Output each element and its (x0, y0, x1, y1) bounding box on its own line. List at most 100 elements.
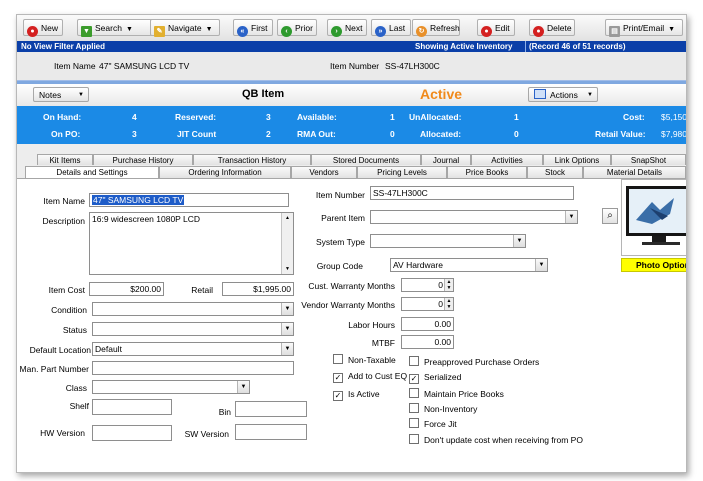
filter-status: No View Filter Applied (21, 42, 106, 51)
man-part-field[interactable] (92, 361, 294, 375)
retail-value: $7,980 (661, 129, 687, 139)
unallocated-value: 1 (514, 112, 519, 122)
last-button[interactable]: » Last (371, 19, 411, 37)
first-button[interactable]: «First (233, 19, 273, 37)
tab-vendors[interactable]: Vendors (291, 166, 357, 178)
cust-warranty-field[interactable]: 0 ▲ ▼ (401, 278, 454, 292)
photo-options-button[interactable]: Photo Options (621, 258, 686, 272)
search-button[interactable]: ▼ Search ▼ (77, 19, 155, 37)
checkmark-icon: ✓ (333, 391, 343, 401)
rma-out-label: RMA Out: (297, 129, 336, 139)
next-button[interactable]: › Next (327, 19, 367, 37)
is-active-checkbox[interactable]: ✓ Is Active (333, 389, 380, 401)
print-email-button[interactable]: ▤ Print/Email ▼ (605, 19, 683, 37)
maintain-price-books-checkbox[interactable]: Maintain Price Books (409, 388, 504, 399)
preapproved-po-checkbox[interactable]: Preapproved Purchase Orders (409, 356, 539, 367)
tab-purchase-history[interactable]: Purchase History (93, 154, 193, 165)
prior-button[interactable]: ‹ Prior (277, 19, 317, 37)
details-panel: Item Name 47" SAMSUNG LCD TV Description… (17, 178, 686, 472)
tab-stored-documents[interactable]: Stored Documents (311, 154, 421, 165)
allocated-label: Allocated: (420, 129, 462, 139)
default-location-label: Default Location (29, 345, 91, 355)
add-to-cust-eq-checkbox[interactable]: ✓ Add to Cust EQ (333, 371, 407, 383)
actions-button[interactable]: Actions ▼ (528, 87, 598, 102)
item-name-field[interactable]: 47" SAMSUNG LCD TV (89, 193, 289, 207)
non-inventory-checkbox[interactable]: Non-Inventory (409, 403, 477, 414)
tab-snapshot[interactable]: SnapShot (611, 154, 686, 165)
magnifier-icon[interactable]: ⌕ (602, 208, 618, 224)
on-hand-label: On Hand: (43, 112, 82, 122)
hw-version-field[interactable] (92, 425, 172, 441)
tab-activities[interactable]: Activities (471, 154, 543, 165)
parent-item-select[interactable]: ▼ (370, 210, 578, 224)
active-state-label: Active (420, 86, 463, 102)
tab-link-options[interactable]: Link Options (543, 154, 611, 165)
refresh-button[interactable]: ↻ Refresh (412, 19, 460, 37)
vendor-warranty-field[interactable]: 0 ▲ ▼ (401, 297, 454, 311)
checkbox-box (409, 418, 419, 428)
tab-kit-items[interactable]: Kit Items (37, 154, 93, 165)
dont-update-cost-checkbox[interactable]: Don't update cost when receiving from PO (409, 434, 583, 445)
inventory-window: ● New ▼ Search ▼ ✎ Navigate ▼ «First ‹ Prior ›… (16, 14, 687, 473)
delete-button[interactable]: ● Delete (529, 19, 575, 37)
item-photo[interactable] (621, 179, 686, 256)
tab-transaction-history[interactable]: Transaction History (193, 154, 311, 165)
jit-count-value: 2 (266, 129, 271, 139)
cust-warranty-value: 0 (438, 280, 443, 290)
default-location-select[interactable]: Default ▼ (92, 342, 294, 356)
tab-strip: Kit Items Purchase History Transaction H… (17, 144, 686, 178)
next-icon: › (331, 26, 342, 37)
tab-material-details[interactable]: Material Details (583, 166, 686, 178)
sw-version-label: SW Version (184, 429, 229, 439)
tab-ordering-information[interactable]: Ordering Information (159, 166, 291, 178)
on-po-value: 3 (132, 129, 137, 139)
available-label: Available: (297, 112, 337, 122)
edit-button[interactable]: ● Edit (477, 19, 515, 37)
labor-hours-field[interactable]: 0.00 (401, 317, 454, 331)
description-field[interactable]: 16:9 widescreen 1080P LCD ▲ ▼ (89, 212, 294, 275)
default-location-value: Default (95, 344, 122, 354)
cust-warranty-label: Cust. Warranty Months (308, 281, 395, 291)
retail-field[interactable]: $1,995.00 (222, 282, 294, 296)
shelf-field[interactable] (92, 399, 172, 415)
spinner-icon[interactable]: ▲ ▼ (444, 298, 453, 310)
condition-select[interactable]: ▼ (92, 302, 294, 316)
retail-value-label: Retail Value: (595, 129, 646, 139)
non-taxable-checkbox[interactable]: Non-Taxable (333, 354, 396, 365)
mtbf-field[interactable]: 0.00 (401, 335, 454, 349)
navigate-button[interactable]: ✎ Navigate ▼ (150, 19, 220, 37)
checkbox-box (409, 403, 419, 413)
labor-hours-label: Labor Hours (348, 320, 395, 330)
tab-pricing-levels[interactable]: Pricing Levels (357, 166, 447, 178)
item-name-value: 47" SAMSUNG LCD TV (92, 195, 185, 205)
navigate-icon: ✎ (154, 26, 165, 37)
parent-item-label: Parent Item (321, 213, 365, 223)
new-button[interactable]: ● New (23, 19, 63, 37)
tab-journal[interactable]: Journal (421, 154, 471, 165)
item-number-label: Item Number (315, 190, 365, 200)
on-po-label: On PO: (51, 129, 81, 139)
group-code-select[interactable]: AV Hardware ▼ (390, 258, 548, 272)
cost-value: $5,150 (661, 112, 687, 122)
item-number-field[interactable]: SS-47LH300C (370, 186, 574, 200)
printer-icon: ▤ (609, 26, 620, 37)
chevron-down-icon: ▼ (237, 381, 249, 393)
sw-version-field[interactable] (235, 424, 307, 440)
item-cost-field[interactable]: $200.00 (89, 282, 164, 296)
status-select[interactable]: ▼ (92, 322, 294, 336)
serialized-checkbox[interactable]: ✓ Serialized (409, 372, 461, 384)
spinner-icon[interactable]: ▲ ▼ (444, 279, 453, 291)
tab-details-and-settings[interactable]: Details and Settings (25, 166, 159, 178)
notes-button[interactable]: Notes ▼ (33, 87, 89, 102)
unallocated-label: UnAllocated: (409, 112, 462, 122)
record-status: (Record 46 of 51 records) (529, 42, 626, 51)
reserved-label: Reserved: (175, 112, 217, 122)
bin-field[interactable] (235, 401, 307, 417)
rma-out-value: 0 (390, 129, 395, 139)
force-jit-checkbox[interactable]: Force Jit (409, 418, 457, 429)
class-select[interactable]: ▼ (92, 380, 250, 394)
chevron-down-icon: ▼ (668, 26, 676, 33)
system-type-select[interactable]: ▼ (370, 234, 526, 248)
tab-price-books[interactable]: Price Books (447, 166, 527, 178)
tab-stock[interactable]: Stock (527, 166, 583, 178)
